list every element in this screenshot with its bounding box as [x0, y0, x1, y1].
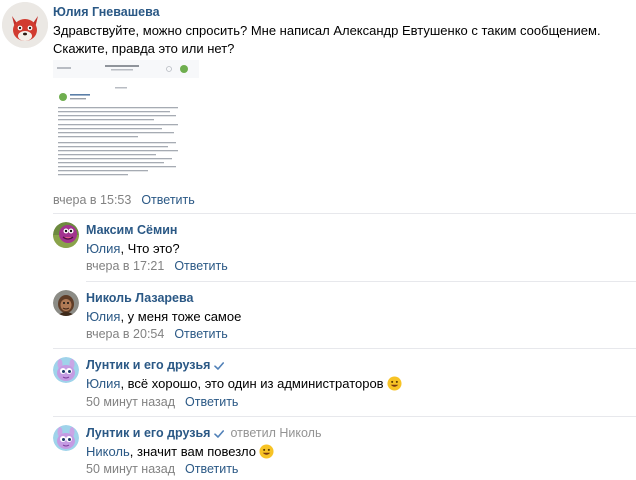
comment-time[interactable]: вчера в 15:53: [53, 193, 131, 207]
reply-button[interactable]: Ответить: [141, 193, 194, 207]
purple-cartoon-avatar-icon[interactable]: [53, 222, 79, 248]
reply-button[interactable]: Ответить: [174, 327, 227, 341]
comment-time[interactable]: вчера в 20:54: [86, 327, 164, 341]
luntik-avatar-icon[interactable]: [53, 357, 79, 383]
smile-emoji-icon: [387, 376, 402, 391]
separator: [53, 348, 636, 349]
comment-meta: 50 минут назад Ответить: [86, 462, 238, 476]
separator: [86, 281, 636, 282]
reply-to-link[interactable]: Юлия: [86, 309, 120, 324]
comment-meta: 50 минут назад Ответить: [86, 395, 238, 409]
reply-to-link[interactable]: Юлия: [86, 376, 120, 391]
comment-author[interactable]: Максим Сёмин: [86, 223, 177, 237]
comment-text: Юлия, всё хорошо, это один из администра…: [86, 375, 402, 392]
answered-to-label[interactable]: ответил Николь: [230, 426, 321, 440]
comment-author[interactable]: Юлия Гневашева: [53, 5, 160, 19]
comment-author[interactable]: Николь Лазарева: [86, 291, 193, 305]
reply-button[interactable]: Ответить: [185, 395, 238, 409]
verified-check-icon: [214, 361, 225, 370]
comment-time[interactable]: 50 минут назад: [86, 395, 175, 409]
comment-body: , у меня тоже самое: [120, 309, 242, 324]
comment-text: Юлия, у меня тоже самое: [86, 308, 241, 325]
comment-text: Юлия, Что это?: [86, 240, 180, 257]
comment-body: , всё хорошо, это один из администраторо…: [120, 376, 384, 391]
comment-meta: вчера в 17:21 Ответить: [86, 259, 228, 273]
comment-meta: вчера в 15:53 Ответить: [53, 193, 195, 207]
comment-text: Николь, значит вам повезло: [86, 443, 274, 460]
comment-body: , значит вам повезло: [129, 444, 256, 459]
comment-text-line-2: Скажите, правда это или нет?: [53, 41, 235, 56]
comment-text-line-1: Здравствуйте, можно спросить? Мне написа…: [53, 23, 601, 38]
character-avatar-icon[interactable]: [53, 290, 79, 316]
comment-meta: вчера в 20:54 Ответить: [86, 327, 228, 341]
comment-time[interactable]: 50 минут назад: [86, 462, 175, 476]
reply-to-link[interactable]: Николь: [86, 444, 130, 459]
comment-author[interactable]: Лунтик и его друзья ответил Николь: [86, 426, 321, 440]
comment-time[interactable]: вчера в 17:21: [86, 259, 164, 273]
comment-body: , Что это?: [120, 241, 180, 256]
reply-button[interactable]: Ответить: [174, 259, 227, 273]
smile-emoji-icon: [259, 444, 274, 459]
attached-screenshot[interactable]: [53, 60, 199, 183]
separator: [53, 416, 636, 417]
verified-check-icon: [214, 429, 225, 438]
reply-to-link[interactable]: Юлия: [86, 241, 120, 256]
fox-avatar-icon[interactable]: [2, 2, 48, 48]
reply-button[interactable]: Ответить: [185, 462, 238, 476]
comment-author[interactable]: Лунтик и его друзья: [86, 358, 225, 372]
separator: [53, 213, 636, 214]
luntik-avatar-icon[interactable]: [53, 425, 79, 451]
